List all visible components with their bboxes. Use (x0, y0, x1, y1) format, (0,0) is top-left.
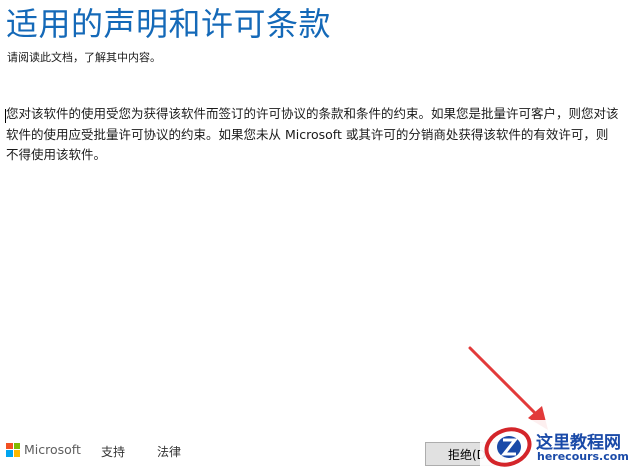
license-text-area[interactable]: 您对该软件的使用受您为获得该软件而签订的许可协议的条款和条件的约束。如果您是批量… (5, 104, 620, 422)
legal-link[interactable]: 法律 (157, 443, 181, 460)
watermark-url: herecours.com (537, 450, 629, 463)
microsoft-logo-icon (6, 442, 20, 457)
watermark: 这里教程网 herecours.com (480, 420, 630, 468)
microsoft-brand: Microsoft (6, 442, 81, 457)
support-link[interactable]: 支持 (101, 443, 125, 460)
page-subtitle: 请阅读此文档，了解其中内容。 (7, 51, 161, 64)
page-title: 适用的声明和许可条款 (6, 5, 332, 43)
microsoft-name: Microsoft (24, 442, 81, 457)
license-text: 您对该软件的使用受您为获得该软件而签订的许可协议的条款和条件的约束。如果您是批量… (6, 106, 619, 162)
text-caret (5, 109, 6, 123)
watermark-logo-icon (484, 427, 532, 467)
